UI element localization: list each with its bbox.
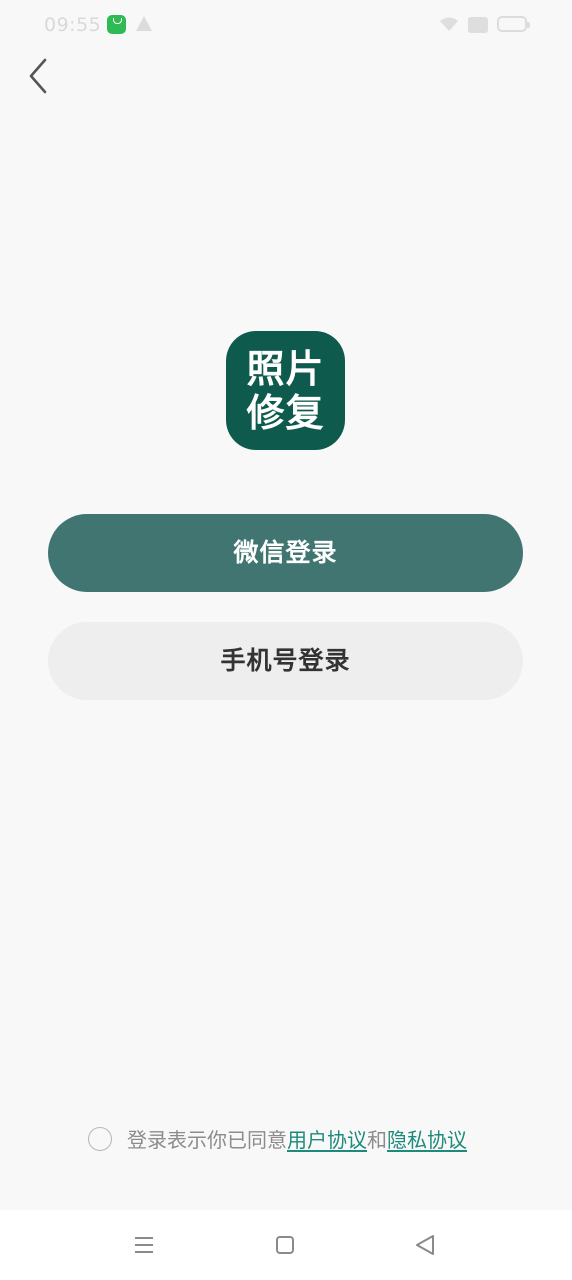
logo-text-line-1: 照片 [246,347,325,391]
sim-icon [468,17,488,33]
chevron-left-icon [29,58,47,94]
app-notification-icon [107,15,126,34]
app-logo: 照片 修复 [226,331,345,450]
warning-icon [136,16,152,31]
battery-icon [497,16,530,32]
user-agreement-link[interactable]: 用户协议 [287,1128,367,1152]
agreement-prefix: 登录表示你已同意 [127,1128,287,1152]
logo-text-line-2: 修复 [246,391,325,435]
phone-login-button[interactable]: 手机号登录 [48,622,523,700]
privacy-agreement-link[interactable]: 隐私协议 [387,1128,467,1152]
wifi-icon [440,17,458,31]
agree-checkbox[interactable] [88,1127,112,1151]
wechat-login-button[interactable]: 微信登录 [48,514,523,592]
status-bar: 09:55 [0,0,572,50]
menu-icon[interactable] [134,1236,154,1254]
back-button[interactable] [20,54,60,98]
home-square-icon[interactable] [276,1236,294,1254]
status-time: 09:55 [44,14,102,36]
agreement-and: 和 [367,1128,387,1152]
agreement-text: 登录表示你已同意用户协议和隐私协议 [127,1126,467,1154]
system-nav-bar [0,1210,572,1280]
triangle-back-icon[interactable] [414,1234,436,1256]
